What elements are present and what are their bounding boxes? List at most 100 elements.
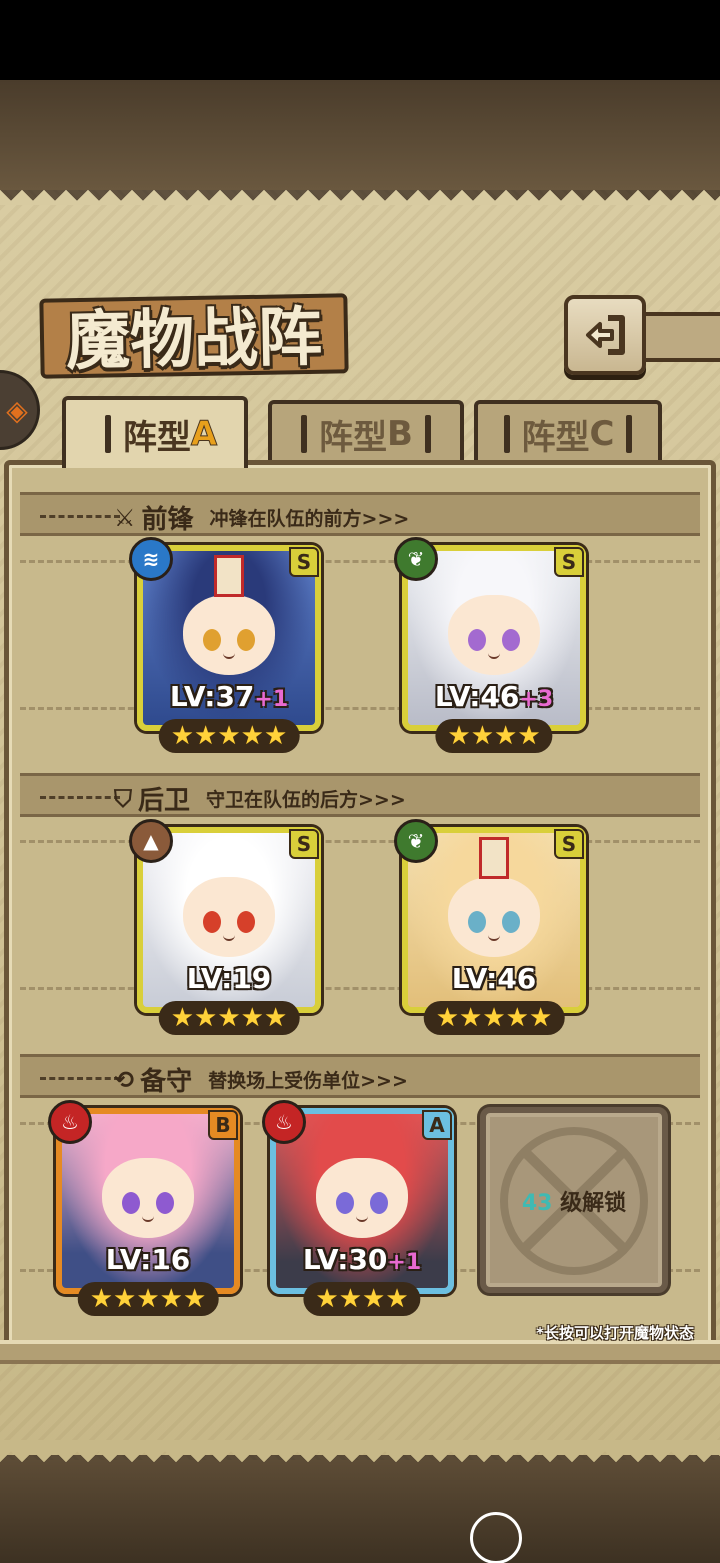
section-title: 后卫 <box>138 786 191 816</box>
face <box>448 594 540 675</box>
rank-badge: S <box>554 547 584 577</box>
star-icon: ★ <box>459 1003 483 1033</box>
face <box>102 1157 194 1238</box>
eye <box>203 628 221 651</box>
map-bottom-band <box>0 1460 720 1563</box>
star-icon: ★ <box>385 1284 409 1314</box>
star-rating: ★ ★ ★ ★ ★ <box>77 1282 219 1316</box>
eye <box>502 628 520 651</box>
section-desc: 冲锋在队伍的前方>>> <box>209 508 410 530</box>
tab-pipe-left <box>503 415 510 453</box>
level-plus: +3 <box>519 687 554 712</box>
star-icon: ★ <box>315 1284 339 1314</box>
tab-label: 阵型 <box>122 417 191 458</box>
star-icon: ★ <box>505 1003 529 1033</box>
fire-element-icon: ♨ <box>262 1100 306 1144</box>
section-title: 前锋 <box>141 505 194 535</box>
monster-card-rear-2[interactable]: ❦ S LV:46 ★ ★ ★ ★ ★ <box>394 819 586 1035</box>
star-icon: ★ <box>528 1003 553 1033</box>
star-icon: ★ <box>170 721 195 751</box>
star-rating: ★ ★ ★ ★ ★ <box>423 1001 565 1035</box>
star-icon: ★ <box>263 721 288 751</box>
tab-pipe-right <box>626 415 633 453</box>
rank-badge: S <box>289 829 319 859</box>
star-icon: ★ <box>338 1284 362 1314</box>
level-value: LV:19 <box>186 962 272 995</box>
monster-card-front-1[interactable]: ≋ S LV:37+1 ★ ★ ★ ★ ★ <box>129 537 321 753</box>
tab-letter: C <box>589 414 615 454</box>
eye <box>468 910 486 933</box>
tab-label: 阵型 <box>521 417 590 458</box>
star-rating: ★ ★ ★ ★ ★ <box>158 719 300 753</box>
wood-element-icon: ❦ <box>394 819 438 863</box>
star-icon: ★ <box>159 1284 183 1314</box>
rank-badge: S <box>554 829 584 859</box>
wood-element-icon: ❦ <box>394 537 438 581</box>
star-icon: ★ <box>447 721 471 751</box>
tab-letter: B <box>387 414 413 454</box>
unlock-level: 43 <box>521 1191 553 1216</box>
section-label: ⟲ 备守 替换场上受伤单位>>> <box>114 1061 408 1098</box>
star-icon: ★ <box>435 1003 460 1033</box>
swap-icon: ⟲ <box>114 1065 135 1094</box>
slot-rail <box>20 840 700 990</box>
talisman <box>479 837 509 879</box>
tab-pipe-left <box>301 415 308 453</box>
earth-element-icon: ▲ <box>129 819 173 863</box>
section-header-rear: ⛉ 后卫 守卫在队伍的后方>>> <box>20 773 700 817</box>
tab-formation-c[interactable]: 阵型 C <box>474 400 662 464</box>
eye <box>336 1191 354 1214</box>
map-top-band <box>0 80 720 190</box>
tab-label: 阵型 <box>319 417 388 458</box>
eye <box>156 1191 174 1214</box>
eye <box>370 1191 388 1214</box>
eye <box>502 910 520 933</box>
star-icon: ★ <box>240 721 264 751</box>
star-icon: ★ <box>113 1284 137 1314</box>
monster-card-front-2[interactable]: ❦ S LV:46+3 ★ ★ ★ ★ <box>394 537 586 753</box>
star-icon: ★ <box>170 1003 195 1033</box>
face <box>448 876 540 957</box>
star-icon: ★ <box>136 1284 160 1314</box>
section-desc: 守卫在队伍的后方>>> <box>206 789 406 811</box>
star-rating: ★ ★ ★ ★ <box>303 1282 421 1316</box>
level-plus: +1 <box>387 1250 422 1275</box>
section-label: ⚔ 前锋 冲锋在队伍的前方>>> <box>114 499 409 536</box>
rank-badge: S <box>289 547 319 577</box>
level-label: LV:19 <box>143 962 315 995</box>
hint-text: *长按可以打开魔物状态 <box>536 1324 694 1342</box>
sword-icon: ⚔ <box>114 503 136 532</box>
star-icon: ★ <box>494 721 518 751</box>
eye <box>122 1191 140 1214</box>
level-value: LV:16 <box>105 1243 191 1276</box>
star-icon: ★ <box>194 1003 218 1033</box>
back-button[interactable] <box>564 295 646 375</box>
fire-element-icon: ♨ <box>48 1100 92 1144</box>
monster-card-reserve-1[interactable]: ♨ B LV:16 ★ ★ ★ ★ ★ <box>48 1100 240 1316</box>
level-label: LV:30+1 <box>276 1243 448 1276</box>
level-value: LV:37 <box>169 680 255 713</box>
rank-badge: B <box>208 1110 238 1140</box>
section-header-front: ⚔ 前锋 冲锋在队伍的前方>>> <box>20 492 700 536</box>
level-label: LV:37+1 <box>143 680 315 713</box>
monster-card-reserve-2[interactable]: ♨ A LV:30+1 ★ ★ ★ ★ <box>262 1100 454 1316</box>
water-element-icon: ≋ <box>129 537 173 581</box>
status-bar <box>0 0 720 80</box>
level-value: LV:46 <box>451 962 537 995</box>
sparkle-icon <box>470 1512 522 1563</box>
star-icon: ★ <box>470 721 494 751</box>
mouth <box>223 653 235 659</box>
star-icon: ★ <box>89 1284 114 1314</box>
section-dashes <box>40 1077 120 1080</box>
tab-formation-a[interactable]: 阵型 A <box>62 396 248 468</box>
talisman <box>214 555 244 597</box>
mouth <box>142 1216 154 1222</box>
locked-slot[interactable]: 43 级解锁 <box>480 1107 668 1293</box>
section-title: 备守 <box>140 1067 193 1097</box>
tab-formation-b[interactable]: 阵型 B <box>268 400 464 464</box>
monster-card-rear-1[interactable]: ▲ S LV:19 ★ ★ ★ ★ ★ <box>129 819 321 1035</box>
unlock-text: 级解锁 <box>560 1191 627 1216</box>
section-label: ⛉ 后卫 守卫在队伍的后方>>> <box>114 780 406 817</box>
star-icon: ★ <box>263 1003 288 1033</box>
section-dashes <box>40 515 120 518</box>
